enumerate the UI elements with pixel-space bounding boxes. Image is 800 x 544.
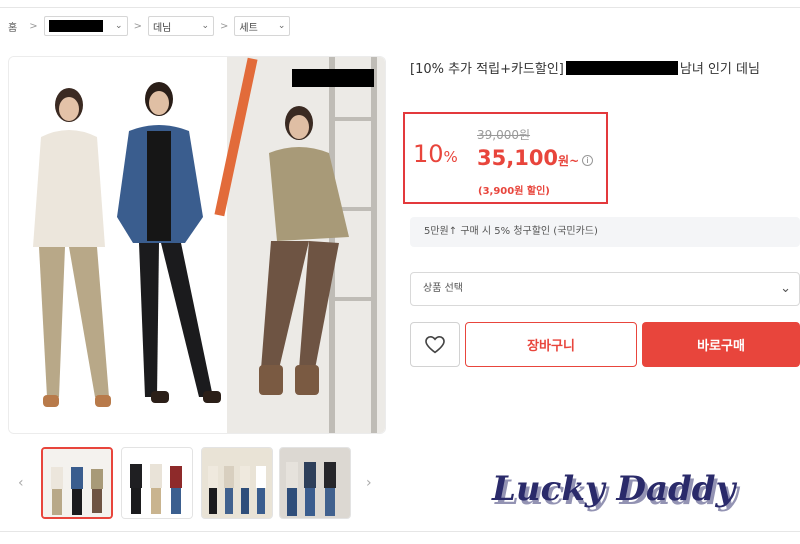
buy-now-button[interactable]: 바로구매 xyxy=(642,322,800,367)
card-promo-banner: 5만원↑ 구매 시 5% 청구할인 (국민카드) xyxy=(410,217,800,247)
thumbnail-prev-icon[interactable]: ‹ xyxy=(18,475,24,491)
chevron-down-icon: ⌄ xyxy=(277,21,286,31)
breadcrumb-subcategory-label: 데님 xyxy=(152,22,172,34)
breadcrumb-separator: > xyxy=(29,20,38,32)
sale-price: 35,100원~ xyxy=(477,146,579,170)
product-option-select[interactable]: 상품 선택 ⌄ xyxy=(410,272,800,306)
product-photo-illustration xyxy=(9,57,385,433)
option-select-label: 상품 선택 xyxy=(423,283,463,294)
heart-icon xyxy=(425,335,445,353)
thumbnail-1[interactable] xyxy=(41,447,113,519)
breadcrumb-home[interactable]: 홈 xyxy=(8,19,17,34)
bottom-divider xyxy=(0,531,800,532)
chevron-down-icon: ⌄ xyxy=(201,21,209,31)
discount-rate-value: 10 xyxy=(413,140,444,168)
chevron-down-icon: ⌄ xyxy=(780,281,791,296)
original-price: 39,000원 xyxy=(477,128,531,142)
top-divider xyxy=(0,7,800,8)
thumbnail-3[interactable] xyxy=(201,447,273,519)
breadcrumb-type-label: 세트 xyxy=(239,22,258,34)
redacted-brand xyxy=(565,61,678,75)
lucky-daddy-watermark: Lucky Daddy Lucky Daddy xyxy=(491,469,741,513)
breadcrumb: 홈 > ⌄ > 데님 ⌄ > 세트 ⌄ xyxy=(8,16,291,36)
thumbnail-4-image xyxy=(280,448,350,518)
watermark-text: Lucky Daddy xyxy=(491,469,738,509)
chevron-down-icon: ⌄ xyxy=(115,21,123,31)
breadcrumb-separator: > xyxy=(219,20,229,32)
breadcrumb-subcategory-select[interactable]: 데님 ⌄ xyxy=(147,16,214,36)
discount-rate: 10% xyxy=(413,140,458,168)
add-to-cart-button[interactable]: 장바구니 xyxy=(465,322,637,367)
product-title-prefix: [10% 추가 적립+카드할인] xyxy=(410,62,564,77)
percent-sign: % xyxy=(443,148,458,166)
breadcrumb-category-select[interactable]: ⌄ xyxy=(43,16,128,36)
sale-price-value: 35,100 xyxy=(477,146,559,170)
product-title-suffix: 남녀 인기 데님 xyxy=(679,62,760,77)
thumbnail-next-icon[interactable]: › xyxy=(366,475,372,491)
sale-price-unit: 원~ xyxy=(558,154,580,168)
thumbnail-3-image xyxy=(202,448,272,518)
breadcrumb-separator: > xyxy=(133,20,142,32)
thumbnail-2-image xyxy=(122,448,192,518)
breadcrumb-type-select[interactable]: 세트 ⌄ xyxy=(234,16,291,36)
info-icon[interactable]: i xyxy=(582,155,593,166)
thumbnail-1-image xyxy=(43,449,111,517)
thumbnail-2[interactable] xyxy=(121,447,193,519)
main-product-image[interactable] xyxy=(8,56,386,434)
discount-amount: (3,900원 할인) xyxy=(478,186,550,197)
redacted-category xyxy=(48,20,103,32)
thumbnail-strip: ‹ › xyxy=(14,447,386,521)
price-box: 10% 39,000원 35,100원~ i (3,900원 할인) xyxy=(403,112,608,204)
product-title: [10% 추가 적립+카드할인] 남녀 인기 데님 xyxy=(410,60,800,79)
wishlist-button[interactable] xyxy=(410,322,460,367)
thumbnail-4[interactable] xyxy=(279,447,351,519)
